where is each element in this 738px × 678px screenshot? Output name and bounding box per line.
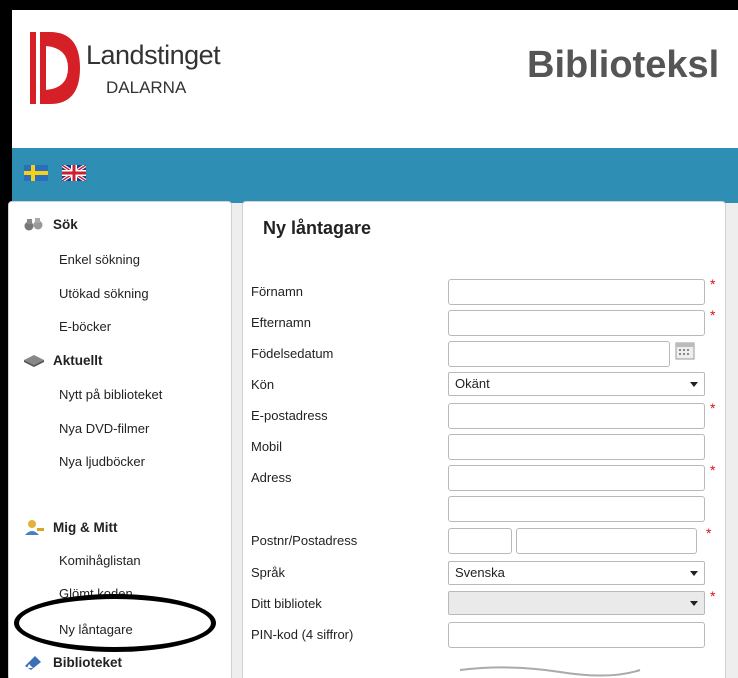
efternamn-label: Efternamn bbox=[251, 315, 311, 330]
calendar-icon[interactable] bbox=[675, 342, 695, 360]
sidebar-item-e-bocker[interactable]: E-böcker bbox=[59, 319, 111, 334]
sidebar-item-enkel-sokning[interactable]: Enkel sökning bbox=[59, 252, 140, 267]
efternamn-input[interactable] bbox=[448, 310, 705, 336]
epost-label: E-postadress bbox=[251, 408, 328, 423]
required-marker: * bbox=[710, 462, 716, 478]
registration-panel: Ny låntagare Förnamn * Efternamn * Födel… bbox=[242, 201, 726, 678]
fodelsedatum-label: Födelsedatum bbox=[251, 346, 334, 361]
site-header: Landstinget DALARNA Biblioteksl bbox=[12, 10, 738, 148]
book-pen-icon bbox=[25, 656, 41, 670]
sidebar-section-title: Sök bbox=[53, 216, 78, 232]
chevron-down-icon bbox=[690, 382, 698, 387]
binoculars-icon bbox=[24, 218, 43, 231]
sidebar-section-sok[interactable]: Sök bbox=[23, 216, 78, 232]
postnr-label: Postnr/Postadress bbox=[251, 533, 358, 548]
epost-input[interactable] bbox=[448, 403, 705, 429]
required-marker: * bbox=[710, 400, 716, 416]
postadress-input[interactable] bbox=[516, 528, 697, 554]
sidebar-item-utokad-sokning[interactable]: Utökad sökning bbox=[59, 286, 149, 301]
sidebar-item-nya-ljudbocker[interactable]: Nya ljudböcker bbox=[59, 454, 145, 469]
sidebar-section-biblioteket[interactable]: Biblioteket bbox=[23, 654, 122, 670]
adress-input[interactable] bbox=[448, 465, 705, 491]
uk-flag-icon[interactable] bbox=[62, 165, 86, 181]
logo-name: Landstinget bbox=[86, 40, 221, 70]
adress-line2-input[interactable] bbox=[448, 496, 705, 522]
required-marker: * bbox=[710, 276, 716, 292]
sidebar-section-title: Aktuellt bbox=[53, 352, 103, 368]
fornamn-input[interactable] bbox=[448, 279, 705, 305]
fodelsedatum-input[interactable] bbox=[448, 341, 670, 367]
postnr-input[interactable] bbox=[448, 528, 512, 554]
bibliotek-select[interactable] bbox=[448, 591, 705, 615]
sidebar-section-mig-och-mitt[interactable]: Mig & Mitt bbox=[23, 519, 117, 535]
kon-label: Kön bbox=[251, 377, 275, 392]
user-key-icon bbox=[25, 520, 44, 535]
adress-label: Adress bbox=[251, 470, 292, 485]
required-marker: * bbox=[710, 307, 716, 323]
page-title: Ny låntagare bbox=[263, 218, 372, 238]
sidebar-section-title: Biblioteket bbox=[53, 654, 123, 670]
mobil-input[interactable] bbox=[448, 434, 705, 460]
sidebar-section-title: Mig & Mitt bbox=[53, 519, 118, 535]
sprak-label: Språk bbox=[251, 565, 285, 580]
pin-input[interactable] bbox=[448, 622, 705, 648]
pin-label: PIN-kod (4 siffror) bbox=[251, 627, 354, 642]
sidebar-item-nytt-pa-biblioteket[interactable]: Nytt på biblioteket bbox=[59, 387, 162, 402]
open-book-icon bbox=[24, 355, 44, 367]
required-marker: * bbox=[706, 525, 712, 541]
sidebar-section-aktuellt[interactable]: Aktuellt bbox=[23, 352, 103, 368]
site-title: Biblioteksl bbox=[527, 44, 720, 86]
chevron-down-icon bbox=[690, 571, 698, 576]
chevron-down-icon bbox=[690, 601, 698, 606]
decorative-scribble bbox=[459, 666, 641, 677]
sprak-select[interactable]: Svenska bbox=[448, 561, 705, 585]
landstinget-logo[interactable] bbox=[30, 32, 80, 104]
kon-selected-value: Okänt bbox=[455, 376, 490, 391]
sidebar-item-nya-dvd-filmer[interactable]: Nya DVD-filmer bbox=[59, 421, 149, 436]
swedish-flag-icon[interactable] bbox=[24, 165, 48, 181]
sidebar-item-komihaglistan[interactable]: Komihåglistan bbox=[59, 553, 141, 568]
logo-subtitle: DALARNA bbox=[106, 78, 187, 97]
kon-select[interactable]: Okänt bbox=[448, 372, 705, 396]
bibliotek-label: Ditt bibliotek bbox=[251, 596, 322, 611]
sprak-selected-value: Svenska bbox=[455, 565, 505, 580]
highlight-oval bbox=[14, 594, 216, 652]
fornamn-label: Förnamn bbox=[251, 284, 304, 299]
mobil-label: Mobil bbox=[251, 439, 283, 454]
required-marker: * bbox=[710, 588, 716, 604]
language-bar bbox=[12, 148, 738, 203]
